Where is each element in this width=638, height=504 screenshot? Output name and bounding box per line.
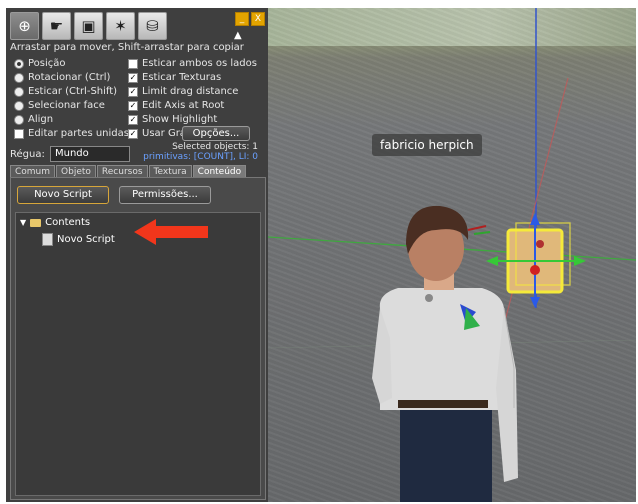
script-icon	[42, 233, 53, 246]
checkbox-icon	[14, 128, 24, 139]
mode-label: Rotacionar (Ctrl)	[28, 72, 111, 83]
ruler-select[interactable]: Mundo	[50, 146, 130, 162]
primitives-count: primitivas: [COUNT], LI: 0	[143, 152, 258, 162]
checkbox-label: Esticar ambos os lados	[142, 58, 257, 69]
magic-wand-icon[interactable]: ✶	[106, 12, 135, 40]
avatar	[372, 205, 518, 502]
tool-buttons: ⊕ ☛ ▣ ✶ ⛁	[10, 12, 167, 40]
mode-align[interactable]: Align	[14, 114, 53, 125]
checkmark-icon: ✓	[128, 128, 138, 139]
avatar-name-tag: fabricio herpich	[372, 134, 482, 156]
selected-object	[486, 213, 586, 308]
x-axis-handle	[530, 265, 540, 275]
use-grid-checkbox[interactable]: ✓ Usar Gra	[128, 128, 186, 139]
limit-drag-checkbox[interactable]: ✓ Limit drag distance	[128, 86, 238, 97]
show-highlight-checkbox[interactable]: ✓ Show Highlight	[128, 114, 217, 125]
tree-item-script[interactable]: Novo Script	[42, 233, 115, 246]
selected-objects-count: Selected objects: 1	[172, 142, 258, 152]
stretch-textures-checkbox[interactable]: ✓ Esticar Texturas	[128, 72, 221, 83]
land-icon[interactable]: ⛁	[138, 12, 167, 40]
new-script-button[interactable]: Novo Script	[17, 186, 109, 204]
avatar-shirt	[379, 288, 504, 410]
folder-icon	[30, 218, 42, 227]
edit-axis-root-checkbox[interactable]: ✓ Edit Axis at Root	[128, 100, 224, 111]
world-viewport[interactable]: fabricio herpich	[268, 8, 636, 502]
checkmark-icon: ✓	[128, 114, 138, 125]
expand-triangle-icon[interactable]: ▼	[20, 218, 26, 227]
radio-icon	[14, 58, 24, 69]
collapse-arrow-icon[interactable]: ▲	[234, 30, 242, 41]
stretch-both-sides-checkbox[interactable]: Esticar ambos os lados	[128, 58, 257, 69]
avatar-jeans	[400, 398, 492, 502]
checkbox-label: Editar partes unidas	[28, 128, 129, 139]
permissions-button[interactable]: Permissões...	[119, 186, 211, 204]
mode-stretch[interactable]: Esticar (Ctrl-Shift)	[14, 86, 117, 97]
scene-graphics	[268, 8, 636, 502]
contents-tree: ▼ Contents Novo Script	[15, 212, 261, 496]
checkmark-icon: ✓	[128, 86, 138, 97]
folder-label: Contents	[45, 217, 91, 228]
radio-icon	[14, 114, 24, 125]
window-buttons: _ X	[235, 12, 265, 26]
ruler-label: Régua:	[10, 149, 45, 160]
mode-label: Posição	[28, 58, 66, 69]
radio-icon	[14, 86, 24, 97]
create-cube-icon[interactable]: ▣	[74, 12, 103, 40]
mode-select-face[interactable]: Selecionar face	[14, 100, 105, 111]
build-tools-panel: ⊕ ☛ ▣ ✶ ⛁ _ X ▲ Arrastar para mover, Shi…	[6, 8, 268, 502]
close-button[interactable]: X	[251, 12, 265, 26]
selection-info: Selected objects: 1 primitivas: [COUNT],…	[134, 142, 258, 162]
radio-icon	[14, 72, 24, 83]
checkbox-label: Edit Axis at Root	[142, 100, 225, 111]
checkmark-icon: ✓	[128, 100, 138, 111]
options-button[interactable]: Opções...	[182, 126, 250, 141]
checkbox-label: Limit drag distance	[142, 86, 239, 97]
checkmark-icon: ✓	[128, 72, 138, 83]
red-arrow-annotation	[134, 219, 208, 245]
drag-hint: Arrastar para mover, Shift-arrastar para…	[10, 42, 244, 53]
radio-icon	[14, 100, 24, 111]
mode-label: Align	[28, 114, 54, 125]
mode-position[interactable]: Posição	[14, 58, 66, 69]
checkbox-label: Show Highlight	[142, 114, 218, 125]
minimize-button[interactable]: _	[235, 12, 249, 26]
mode-label: Esticar (Ctrl-Shift)	[28, 86, 118, 97]
checkbox-label: Usar Gra	[142, 128, 186, 139]
checkbox-icon	[128, 58, 138, 69]
script-label: Novo Script	[57, 234, 115, 245]
checkbox-label: Esticar Texturas	[142, 72, 222, 83]
avatar-belt	[398, 400, 488, 408]
grab-hand-icon[interactable]: ☛	[42, 12, 71, 40]
edit-linked-checkbox[interactable]: Editar partes unidas	[14, 128, 129, 139]
tree-folder-contents[interactable]: ▼ Contents	[20, 217, 90, 228]
viewer-window: fabricio herpich ⊕ ☛ ▣ ✶ ⛁ _ X ▲ Arrasta…	[6, 8, 636, 502]
mode-rotate[interactable]: Rotacionar (Ctrl)	[14, 72, 110, 83]
magnify-icon[interactable]: ⊕	[10, 12, 39, 40]
mode-label: Selecionar face	[28, 100, 105, 111]
